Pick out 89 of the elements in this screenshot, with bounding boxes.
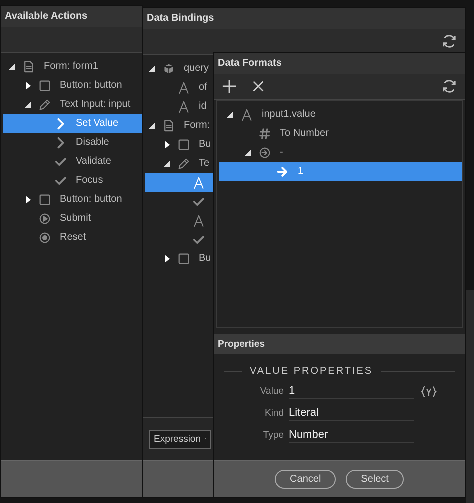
tree-item[interactable]: - bbox=[219, 143, 462, 162]
tree-item[interactable]: Bu bbox=[145, 249, 214, 268]
tree-item[interactable]: Te bbox=[145, 154, 214, 173]
pencil-icon bbox=[38, 98, 52, 112]
expanded-triangle-icon[interactable] bbox=[226, 110, 234, 118]
refresh-icon[interactable] bbox=[442, 79, 457, 94]
cube-icon bbox=[162, 62, 176, 76]
text-type-icon bbox=[192, 176, 206, 190]
tree-item[interactable]: Reset bbox=[3, 228, 142, 247]
collapsed-triangle-icon[interactable] bbox=[164, 140, 170, 150]
window-title: Available Actions bbox=[1, 6, 142, 27]
tree-item[interactable]: Submit bbox=[3, 209, 142, 228]
window-title: Data Bindings bbox=[143, 8, 465, 29]
expanded-triangle-icon[interactable] bbox=[163, 160, 171, 168]
tree-item[interactable]: Form: bbox=[145, 116, 214, 135]
checkbox-icon bbox=[177, 252, 191, 266]
value-field[interactable]: Literal bbox=[289, 406, 414, 421]
checkbox-icon bbox=[177, 138, 191, 152]
tree-item-label: Validate bbox=[75, 156, 112, 167]
binding-icon[interactable] bbox=[421, 386, 437, 398]
expanded-triangle-icon[interactable] bbox=[24, 100, 32, 108]
collapsed-triangle-icon[interactable] bbox=[24, 194, 32, 204]
tree-item[interactable]: of bbox=[145, 78, 214, 97]
tree-item-label: Button: button bbox=[59, 80, 122, 91]
arrow-circle-icon bbox=[258, 146, 272, 160]
collapsed-triangle-icon[interactable] bbox=[164, 254, 170, 264]
value-field[interactable]: 1 bbox=[289, 384, 414, 399]
checkbox-icon bbox=[38, 192, 52, 206]
tree-item-label: Disable bbox=[75, 137, 110, 148]
checkbox-icon bbox=[38, 78, 52, 92]
arrow-right-icon bbox=[276, 164, 290, 178]
tree-item-label: of bbox=[198, 82, 208, 93]
tree-item-label: 1 bbox=[297, 166, 304, 177]
tree-item-label: - bbox=[279, 147, 284, 158]
tree-item-label: Focus bbox=[75, 175, 104, 186]
tree-item-label: query bbox=[183, 63, 210, 74]
tree-item[interactable]: Button: button bbox=[3, 76, 142, 95]
hash-icon bbox=[258, 126, 272, 140]
value-field[interactable]: Number bbox=[289, 428, 414, 443]
text-type-icon bbox=[177, 80, 191, 94]
panel-header: Properties bbox=[214, 334, 465, 354]
tree-item[interactable]: Validate bbox=[3, 152, 142, 171]
tree-item[interactable]: Focus bbox=[3, 171, 142, 190]
expanded-triangle-icon[interactable] bbox=[148, 122, 156, 130]
tree-item[interactable]: To Number bbox=[219, 124, 462, 143]
field-label: Kind bbox=[264, 408, 284, 419]
expression-dropdown[interactable]: Expression bbox=[149, 430, 211, 448]
expanded-triangle-icon[interactable] bbox=[8, 62, 16, 70]
tree-item-label: input1.value bbox=[261, 109, 316, 120]
tree-item-label: Bu bbox=[198, 253, 212, 264]
section-heading: VALUE PROPERTIES bbox=[250, 366, 374, 377]
scrollbar[interactable] bbox=[466, 290, 474, 503]
tree-item[interactable]: query bbox=[145, 59, 214, 78]
text-type-icon bbox=[240, 108, 254, 122]
tree-item[interactable]: id bbox=[145, 97, 214, 116]
tree-item-label: Submit bbox=[59, 213, 92, 224]
tree-item-label: Button: button bbox=[59, 194, 122, 205]
tree-item-label: Form: form1 bbox=[43, 61, 98, 72]
expanded-triangle-icon[interactable] bbox=[148, 64, 156, 72]
text-type-icon bbox=[192, 214, 206, 228]
field-label: Value bbox=[259, 386, 284, 397]
tree-item-label: id bbox=[198, 101, 207, 112]
text-type-icon bbox=[177, 100, 191, 114]
pencil-icon bbox=[177, 156, 191, 170]
tree-item[interactable]: Bu bbox=[145, 135, 214, 154]
field-label: Type bbox=[262, 430, 284, 441]
add-icon[interactable] bbox=[222, 79, 237, 94]
refresh-icon[interactable] bbox=[442, 34, 457, 49]
close-icon[interactable] bbox=[251, 79, 266, 94]
tree-item[interactable]: Disable bbox=[3, 133, 142, 152]
tree-item[interactable]: input1.value bbox=[219, 105, 462, 124]
tree-item-label: Set Value bbox=[75, 118, 119, 129]
dialog-button[interactable]: Select bbox=[346, 470, 404, 488]
tree-item-label: Te bbox=[198, 158, 210, 169]
document-icon bbox=[22, 60, 36, 74]
tree-item[interactable]: Button: button bbox=[3, 190, 142, 209]
tree-item-label: Bu bbox=[198, 139, 212, 150]
tree-item[interactable]: Text Input: input bbox=[3, 95, 142, 114]
tree-item[interactable]: Form: form1 bbox=[3, 57, 142, 76]
dialog-button[interactable]: Cancel bbox=[275, 470, 336, 488]
window-title: Data Formats bbox=[214, 53, 465, 74]
tree-item-label: Text Input: input bbox=[59, 99, 131, 110]
tree-item-label: To Number bbox=[279, 128, 329, 139]
document-icon bbox=[162, 118, 176, 132]
expanded-triangle-icon[interactable] bbox=[244, 148, 252, 156]
play-circle-icon bbox=[38, 212, 52, 226]
tree-item-label: Form: bbox=[183, 120, 210, 131]
tree-item-label: Reset bbox=[59, 232, 86, 243]
collapsed-triangle-icon[interactable] bbox=[24, 80, 32, 90]
